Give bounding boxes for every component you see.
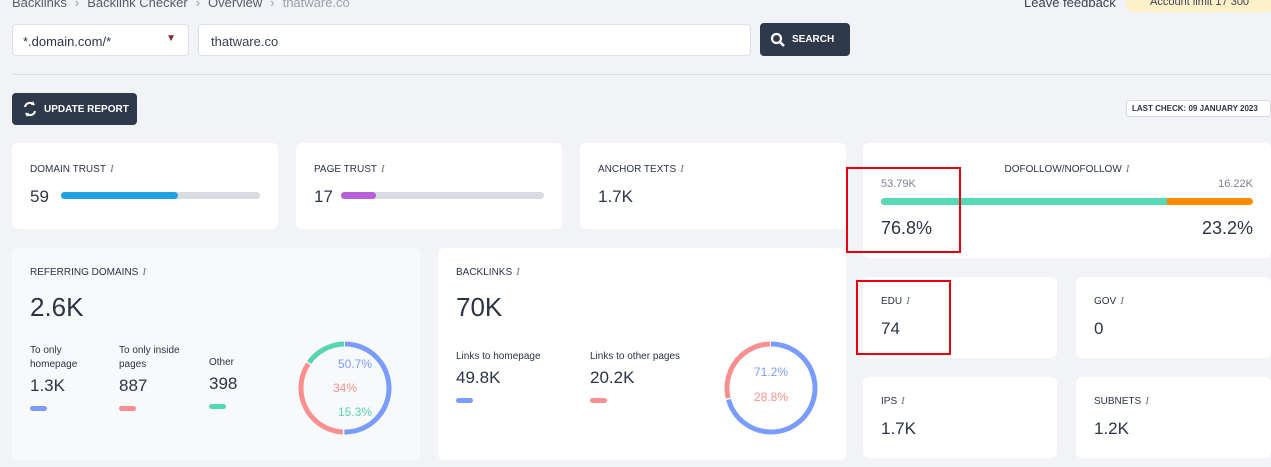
- account-limit-text: Account limit 17 300: [1150, 0, 1250, 8]
- nofollow-count: 16.22K: [1218, 178, 1253, 190]
- chevron-down-icon: ▼: [166, 33, 176, 44]
- anchor-texts-card: ANCHOR TEXTS i 1.7K: [580, 143, 846, 229]
- domain-trust-label: DOMAIN TRUST i: [30, 163, 114, 175]
- referring-domains-label: REFERRING DOMAINS i: [30, 266, 147, 278]
- bl-homepage-label: Links to homepage: [456, 351, 541, 362]
- bl-other-label: Links to other pages: [590, 351, 681, 362]
- referring-domains-card: REFERRING DOMAINS i 2.6K To only homepage…: [12, 248, 420, 460]
- domain-search-input[interactable]: thatware.co: [198, 24, 751, 56]
- search-icon: [770, 32, 785, 47]
- domain-trust-bar: [61, 192, 260, 199]
- breadcrumb-current: thatware.co: [282, 0, 350, 10]
- bl-homepage-value: 49.8K: [456, 368, 501, 387]
- legend-swatch-green: [209, 404, 226, 409]
- ref-other-label: Other: [209, 357, 235, 368]
- backlinks-label: BACKLINKS i: [456, 266, 520, 278]
- breadcrumb-backlinks[interactable]: Backlinks: [12, 0, 67, 10]
- domain-trust-card: DOMAIN TRUST i 59: [12, 143, 278, 229]
- donut-label-other: 28.8%: [753, 390, 789, 404]
- ref-inside-value: 887: [119, 376, 148, 395]
- search-button[interactable]: SEARCH: [760, 23, 850, 56]
- page-trust-value: 17: [314, 187, 333, 206]
- update-report-button[interactable]: UPDATE REPORT: [12, 93, 137, 125]
- info-icon[interactable]: i: [381, 163, 385, 175]
- anchor-texts-value: 1.7K: [598, 187, 633, 206]
- anchor-texts-label: ANCHOR TEXTS i: [598, 163, 684, 175]
- refresh-icon: [24, 101, 36, 117]
- last-check-badge: LAST CHECK: 09 JANUARY 2023: [1126, 100, 1271, 117]
- ips-value: 1.7K: [881, 419, 916, 438]
- breadcrumb-overview[interactable]: Overview: [208, 0, 262, 10]
- page-trust-label: PAGE TRUST i: [314, 163, 385, 175]
- legend-swatch-blue: [30, 406, 47, 411]
- nofollow-percent: 23.2%: [1201, 218, 1253, 238]
- highlight-box-dofollow: [846, 167, 961, 253]
- info-icon[interactable]: i: [1145, 395, 1149, 407]
- info-icon[interactable]: i: [901, 395, 905, 407]
- search-label: SEARCH: [792, 34, 835, 45]
- subnets-card: SUBNETS i 1.2K: [1076, 377, 1271, 458]
- referring-domains-value: 2.6K: [30, 292, 84, 322]
- ips-card: IPS i 1.7K: [863, 377, 1057, 458]
- bl-other-value: 20.2K: [590, 368, 635, 387]
- ref-homepage-value: 1.3K: [30, 376, 65, 395]
- highlight-box-edu: [856, 280, 951, 355]
- ips-label: IPS i: [881, 395, 905, 407]
- backlinks-value: 70K: [456, 292, 503, 322]
- breadcrumb-backlink-checker[interactable]: Backlink Checker: [87, 0, 187, 10]
- ref-inside-label: To only inside pages: [119, 345, 180, 370]
- info-icon[interactable]: i: [110, 163, 114, 175]
- gov-value: 0: [1094, 319, 1104, 338]
- legend-swatch-red: [590, 398, 607, 403]
- page-trust-card: PAGE TRUST i 17: [296, 143, 562, 229]
- divider: [12, 74, 1271, 75]
- scope-select[interactable]: *.domain.com/* ▼: [12, 24, 189, 56]
- legend-swatch-blue: [456, 398, 473, 403]
- legend-swatch-red: [119, 406, 136, 411]
- backlinks-card: BACKLINKS i 70K Links to homepage 49.8K L…: [438, 248, 846, 460]
- bl-homepage: Links to homepage 49.8K: [456, 350, 576, 403]
- donut-label-other: 15.3%: [337, 405, 373, 419]
- info-icon[interactable]: i: [1120, 295, 1124, 307]
- page-trust-bar: [341, 192, 544, 199]
- info-icon[interactable]: i: [516, 266, 520, 278]
- ref-other-value: 398: [209, 374, 238, 393]
- info-icon[interactable]: i: [680, 163, 684, 175]
- breadcrumb: Backlinks › Backlink Checker › Overview › t…: [12, 0, 350, 10]
- leave-feedback-link[interactable]: Leave feedback: [1024, 0, 1116, 10]
- ref-homepage-label: To only homepage: [30, 345, 78, 370]
- donut-label-homepage: 71.2%: [753, 365, 789, 379]
- ref-other: Other 398: [209, 356, 269, 409]
- info-icon[interactable]: i: [142, 266, 146, 278]
- update-report-label: UPDATE REPORT: [44, 103, 129, 115]
- scope-value: *.domain.com/*: [23, 34, 112, 49]
- domain-trust-value: 59: [30, 187, 49, 206]
- ref-inside: To only inside pages 887: [119, 344, 199, 411]
- subnets-value: 1.2K: [1094, 419, 1129, 438]
- donut-label-inside: 34%: [332, 381, 358, 395]
- donut-label-homepage: 50.7%: [337, 357, 373, 371]
- info-icon[interactable]: i: [1126, 163, 1130, 175]
- gov-card: GOV i 0: [1076, 277, 1271, 358]
- ref-homepage: To only homepage 1.3K: [30, 344, 110, 411]
- subnets-label: SUBNETS i: [1094, 395, 1149, 407]
- gov-label: GOV i: [1094, 295, 1124, 307]
- bl-other: Links to other pages 20.2K: [590, 350, 720, 403]
- account-limit-badge[interactable]: Account limit 17 300: [1126, 0, 1271, 12]
